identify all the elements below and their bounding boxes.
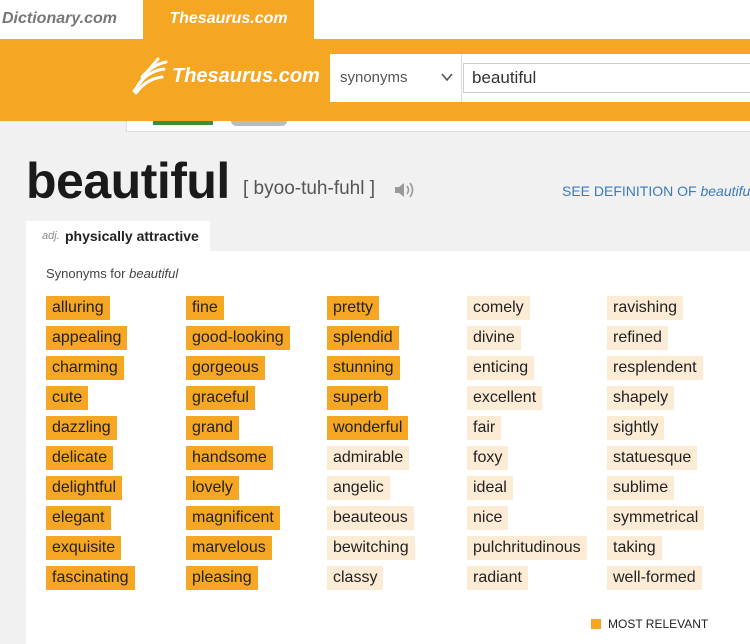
pronunciation: [ byoo-tuh-fuhl ]	[243, 178, 376, 199]
synonym-link[interactable]: handsome	[186, 446, 273, 470]
search-mode-label: synonyms	[340, 69, 408, 86]
thesaurus-logo[interactable]: Thesaurus.com	[132, 53, 322, 103]
see-definition-word: beautiful	[700, 183, 750, 199]
chevron-down-icon	[441, 73, 453, 82]
synonym-link[interactable]: pulchritudinous	[467, 536, 587, 560]
search-mode-select[interactable]: synonyms	[330, 54, 462, 102]
synonym-column: ravishing refined resplendent shapely sightl…	[607, 296, 705, 596]
synonym-link[interactable]: sublime	[607, 476, 675, 500]
synonym-link[interactable]: lovely	[186, 476, 239, 500]
synonym-link[interactable]: admirable	[327, 446, 410, 470]
synonym-link[interactable]: stunning	[327, 356, 400, 380]
synonym-link[interactable]: pleasing	[186, 566, 258, 590]
synonym-link[interactable]: delicate	[46, 446, 114, 470]
synonym-link[interactable]: beauteous	[327, 506, 414, 530]
synonym-link[interactable]: splendid	[327, 326, 399, 350]
sunburst-logo-icon	[132, 57, 168, 95]
synonym-link[interactable]: angelic	[327, 476, 390, 500]
synonym-link[interactable]: delightful	[46, 476, 123, 500]
see-definition-link[interactable]: SEE DEFINITION OF beautiful	[562, 183, 750, 199]
logo-text: Thesaurus.com	[172, 65, 320, 87]
synonym-link[interactable]: comely	[467, 296, 530, 320]
speaker-icon[interactable]	[393, 180, 415, 200]
synonym-link[interactable]: gorgeous	[186, 356, 265, 380]
synonym-link[interactable]: grand	[186, 416, 239, 440]
synonym-link[interactable]: ideal	[467, 476, 513, 500]
synonym-link[interactable]: cute	[46, 386, 89, 410]
synonym-link[interactable]: excellent	[467, 386, 543, 410]
synonym-column: fine good-looking gorgeous graceful grand han…	[186, 296, 290, 596]
synonym-link[interactable]: radiant	[467, 566, 528, 590]
header: Thesaurus.com synonyms	[0, 39, 750, 121]
ad-banner	[126, 121, 750, 132]
synonym-link[interactable]: exquisite	[46, 536, 122, 560]
synonym-link[interactable]: bewitching	[327, 536, 415, 560]
synonyms-panel: Synonyms for beautiful alluring appealing…	[26, 251, 750, 644]
synonym-link[interactable]: enticing	[467, 356, 535, 380]
synonym-link[interactable]: marvelous	[186, 536, 272, 560]
synonym-column: comely divine enticing excellent fair foxy ide…	[467, 296, 587, 596]
tab-dictionary[interactable]: Dictionary.com	[0, 0, 143, 40]
part-of-speech: adj.	[42, 230, 60, 242]
synonym-link[interactable]: dazzling	[46, 416, 117, 440]
synonym-link[interactable]: well-formed	[607, 566, 702, 590]
synonym-link[interactable]: resplendent	[607, 356, 703, 380]
relevance-legend: MOST RELEVANT	[591, 617, 708, 631]
synonym-link[interactable]: wonderful	[327, 416, 409, 440]
synonym-link[interactable]: appealing	[46, 326, 128, 350]
sense-tab[interactable]: adj. physically attractive	[26, 221, 210, 251]
synonym-link[interactable]: classy	[327, 566, 384, 590]
synonym-column: alluring appealing charming cute dazzling del…	[46, 296, 135, 596]
synonym-link[interactable]: fascinating	[46, 566, 135, 590]
legend-label: MOST RELEVANT	[608, 617, 709, 631]
synonym-link[interactable]: pretty	[327, 296, 380, 320]
search-input[interactable]	[463, 63, 750, 93]
synonym-link[interactable]: taking	[607, 536, 662, 560]
synonym-link[interactable]: elegant	[46, 506, 111, 530]
ad-image	[231, 121, 287, 126]
synonym-link[interactable]: statuesque	[607, 446, 698, 470]
synonym-column: pretty splendid stunning superb wonderful adm…	[327, 296, 415, 596]
ad-graphic	[153, 121, 213, 125]
synonym-link[interactable]: foxy	[467, 446, 509, 470]
synonym-link[interactable]: graceful	[186, 386, 255, 410]
synonym-link[interactable]: alluring	[46, 296, 110, 320]
synonyms-title-word: beautiful	[129, 266, 179, 281]
sense-label: physically attractive	[65, 228, 199, 244]
headword: beautiful	[26, 153, 230, 209]
synonyms-title-prefix: Synonyms for	[46, 266, 126, 281]
search-box: synonyms	[330, 54, 750, 102]
synonym-link[interactable]: fair	[467, 416, 502, 440]
synonym-link[interactable]: nice	[467, 506, 509, 530]
synonym-link[interactable]: good-looking	[186, 326, 290, 350]
synonym-link[interactable]: refined	[607, 326, 668, 350]
synonym-link[interactable]: superb	[327, 386, 388, 410]
synonym-link[interactable]: sightly	[607, 416, 665, 440]
synonym-link[interactable]: magnificent	[186, 506, 280, 530]
synonym-link[interactable]: fine	[186, 296, 224, 320]
see-definition-prefix: SEE DEFINITION OF	[562, 183, 697, 199]
synonym-link[interactable]: charming	[46, 356, 124, 380]
synonyms-title: Synonyms for beautiful	[46, 266, 178, 281]
synonym-link[interactable]: ravishing	[607, 296, 684, 320]
legend-swatch	[591, 619, 601, 629]
synonym-link[interactable]: symmetrical	[607, 506, 705, 530]
tab-thesaurus[interactable]: Thesaurus.com	[143, 0, 314, 40]
synonym-link[interactable]: shapely	[607, 386, 675, 410]
site-tabs: Dictionary.com Thesaurus.com	[0, 0, 750, 40]
synonym-link[interactable]: divine	[467, 326, 521, 350]
